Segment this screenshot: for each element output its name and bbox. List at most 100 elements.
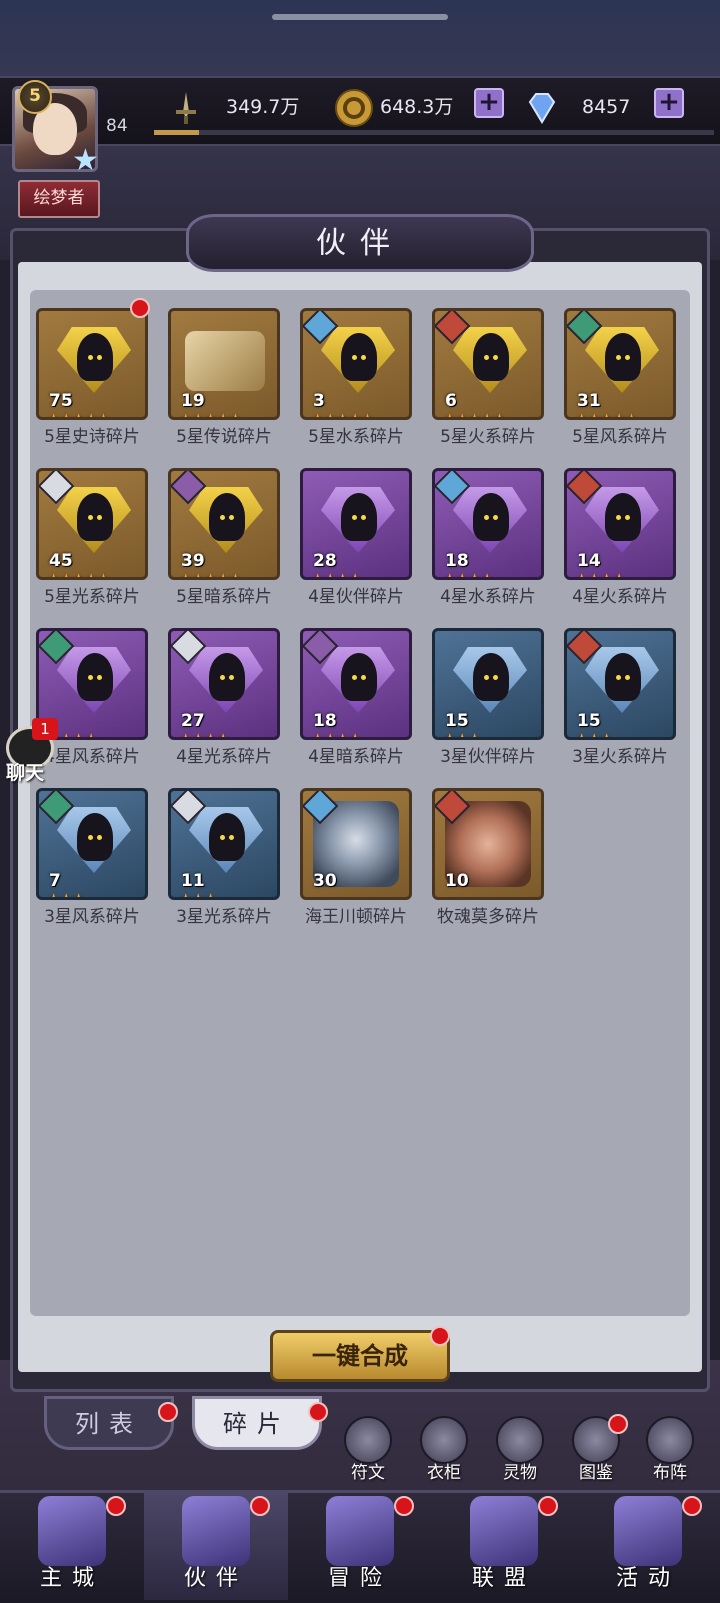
fragment-card[interactable]: 28 ★★★★ 4星伙伴碎片 [294, 464, 418, 614]
fragment-tile: 31 ★★★★★ [564, 308, 676, 420]
eye [229, 835, 234, 840]
star-rating: ★★★ [575, 730, 613, 740]
star-rating: ★★★★ [179, 730, 230, 740]
tool-rune[interactable]: 符文 [336, 1416, 400, 1486]
diamond-icon [528, 93, 556, 124]
fragment-count: 45 [49, 551, 73, 571]
diamond-value: 8457 [582, 96, 631, 118]
fragment-label: 5星暗系碎片 [176, 587, 272, 607]
fragment-label: 5星光系碎片 [44, 587, 140, 607]
fragment-card[interactable]: 7 ★★★ 3星风系碎片 [30, 784, 154, 934]
tab-list[interactable]: 列表 [44, 1396, 174, 1450]
nav-partner[interactable]: 伙伴 [144, 1490, 288, 1600]
add-gold-button[interactable]: + [474, 88, 504, 118]
nav-adventure[interactable]: 冒险 [288, 1490, 432, 1600]
eye [352, 515, 357, 520]
nav-event-cards[interactable]: 活动 [576, 1490, 720, 1600]
hooded-figure-icon [77, 653, 113, 701]
wardrobe-icon [420, 1416, 468, 1464]
fragment-card[interactable]: 6 ★★★★★ 5星火系碎片 [426, 304, 550, 454]
fragment-card[interactable]: 30 海王川顿碎片 [294, 784, 418, 934]
eye [361, 515, 366, 520]
star-rating: ★★★ [179, 890, 217, 900]
hooded-figure-icon [473, 493, 509, 541]
player-level: 84 [106, 116, 128, 136]
sword-icon [176, 92, 196, 124]
star-rating: ★★★★ [443, 570, 494, 580]
eye [88, 515, 93, 520]
tool-formation[interactable]: 布阵 [638, 1416, 702, 1486]
notification-dot [308, 1402, 328, 1422]
adventure-icon [326, 1496, 394, 1566]
nav-alliance[interactable]: 联盟 [432, 1490, 576, 1600]
one-click-synthesize-button[interactable]: 一键合成 [270, 1330, 450, 1382]
eye [484, 515, 489, 520]
fragment-card[interactable]: 31 ★★★★★ 5星风系碎片 [558, 304, 682, 454]
fragment-count: 31 [577, 391, 601, 411]
notification-dot [130, 298, 150, 318]
notification-dot [430, 1326, 450, 1346]
nav-label: 伙伴 [183, 1566, 248, 1591]
star-rating: ★★★★★ [179, 410, 242, 420]
notification-dot [250, 1496, 270, 1516]
fragment-card[interactable]: 3 ★★★★★ 5星水系碎片 [294, 304, 418, 454]
drag-handle[interactable] [272, 14, 448, 20]
fragment-tile: 6 ★★★★★ [432, 308, 544, 420]
eye [484, 675, 489, 680]
tool-spirit[interactable]: 灵物 [488, 1416, 552, 1486]
star-rating: ★★★★★ [47, 570, 110, 580]
hooded-figure-icon [341, 653, 377, 701]
fragment-label: 4星暗系碎片 [308, 747, 404, 767]
nav-label: 联盟 [471, 1566, 536, 1591]
chat-button[interactable]: 1 聊天 [0, 718, 62, 784]
fragment-card[interactable]: 18 ★★★★ 4星暗系碎片 [294, 624, 418, 774]
fragment-card[interactable]: 10 牧魂莫多碎片 [426, 784, 550, 934]
tool-label: 图鉴 [579, 1463, 613, 1483]
fragment-card[interactable]: 45 ★★★★★ 5星光系碎片 [30, 464, 154, 614]
castle-icon [38, 1496, 106, 1566]
nav-castle[interactable]: 主城 [0, 1490, 144, 1600]
fragment-tile: 19 ★★★★★ [168, 308, 280, 420]
fragment-tile: 30 [300, 788, 412, 900]
fragment-label: 3星火系碎片 [572, 747, 668, 767]
fragment-card[interactable]: 18 ★★★★ 4星水系碎片 [426, 464, 550, 614]
fragment-tile: 10 [432, 788, 544, 900]
eye [493, 355, 498, 360]
eye [352, 355, 357, 360]
fragment-count: 6 [445, 391, 457, 411]
spirit-icon [496, 1416, 544, 1464]
fragment-card[interactable]: 15 ★★★ 3星伙伴碎片 [426, 624, 550, 774]
fragment-label: 5星水系碎片 [308, 427, 404, 447]
star-rating: ★★★★ [311, 730, 362, 740]
partner-icon [182, 1496, 250, 1566]
nav-label: 冒险 [327, 1566, 392, 1591]
fragment-card[interactable]: 75 ★★★★★ 5星史诗碎片 [30, 298, 154, 454]
fragment-card[interactable]: 19 ★★★★★ 5星传说碎片 [162, 304, 286, 454]
fragment-label: 5星传说碎片 [176, 427, 272, 447]
fragment-card[interactable]: 15 ★★★ 3星火系碎片 [558, 624, 682, 774]
tab-fragments[interactable]: 碎片 [192, 1396, 322, 1450]
star-rating: ★★★★★ [47, 410, 110, 420]
fragment-tile: 3 ★★★★★ [300, 308, 412, 420]
fragment-card[interactable]: 14 ★★★★ 4星火系碎片 [558, 464, 682, 614]
tool-wardrobe[interactable]: 衣柜 [412, 1416, 476, 1486]
fragment-tile: 14 ★★★★ [564, 468, 676, 580]
fragment-card[interactable]: 11 ★★★ 3星光系碎片 [162, 784, 286, 934]
eye [493, 675, 498, 680]
vip-level-badge: 5 [18, 80, 52, 114]
fragment-card[interactable]: 39 ★★★★★ 5星暗系碎片 [162, 464, 286, 614]
fragment-tile: 18 ★★★★ [300, 628, 412, 740]
fragment-count: 75 [49, 391, 73, 411]
gold-coin-icon [335, 89, 373, 127]
chat-unread-badge: 1 [32, 718, 58, 740]
player-title-banner[interactable]: 绘梦者 [18, 180, 100, 218]
hooded-figure-icon [209, 493, 245, 541]
star-rating: ★★★★★ [179, 570, 242, 580]
fragment-card[interactable]: 27 ★★★★ 4星光系碎片 [162, 624, 286, 774]
eye [361, 675, 366, 680]
fragment-label: 3星光系碎片 [176, 907, 272, 927]
notification-dot [682, 1496, 702, 1516]
eye [97, 835, 102, 840]
add-diamond-button[interactable]: + [654, 88, 684, 118]
fragment-label: 3星伙伴碎片 [440, 747, 536, 767]
